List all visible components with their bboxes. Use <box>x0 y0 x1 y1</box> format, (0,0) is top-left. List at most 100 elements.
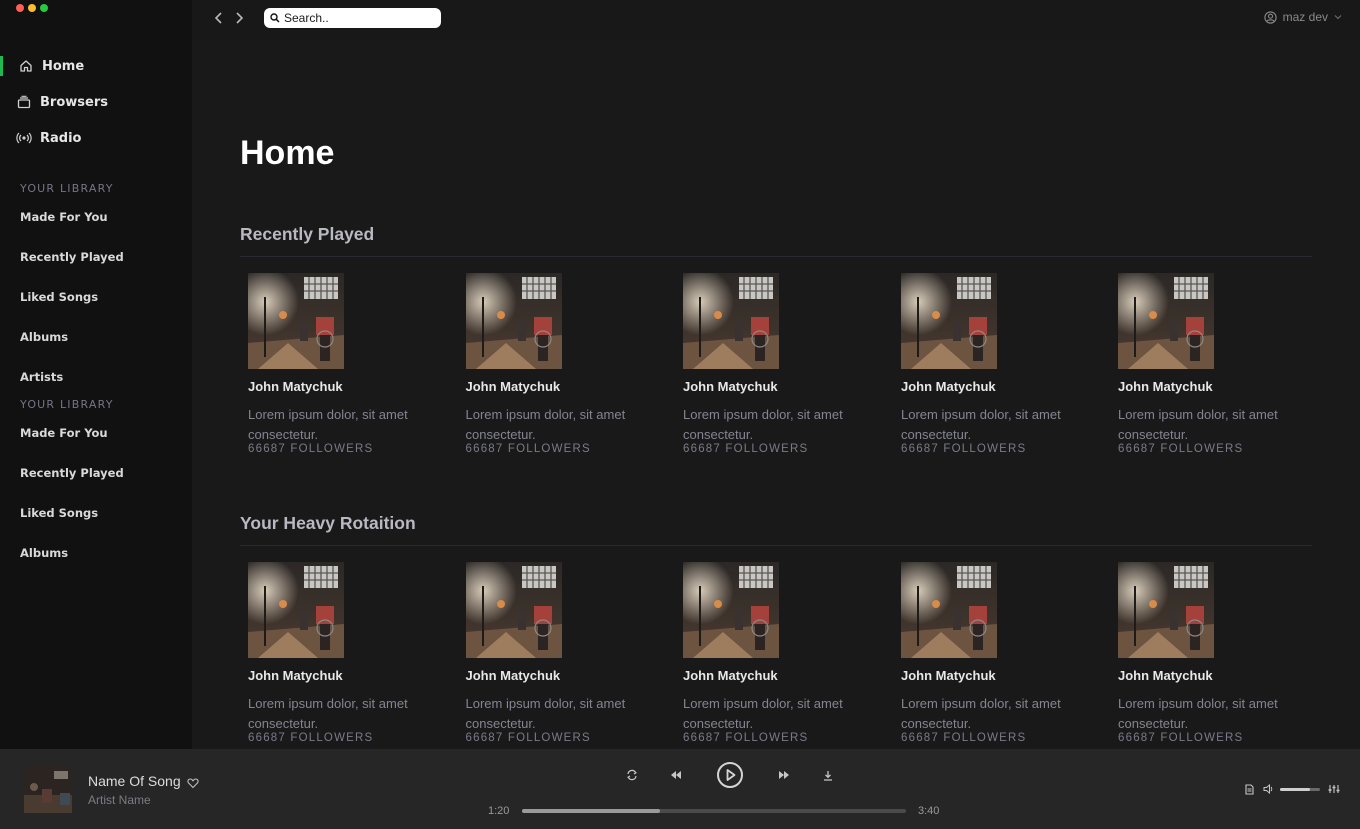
elapsed-time: 1:20 <box>488 805 510 817</box>
section-title-heavy-rotation: Your Heavy Rotaition <box>240 513 416 533</box>
artist-name[interactable]: John Matychuk <box>466 668 666 683</box>
artist-cover[interactable] <box>248 562 344 658</box>
search-input[interactable]: Search.. <box>264 8 441 28</box>
artist-card[interactable]: John Matychuk Lorem ipsum dolor, sit ame… <box>683 562 883 744</box>
nav-item-radio[interactable]: Radio <box>0 126 192 150</box>
nav-item-label: Home <box>42 58 85 74</box>
artist-cover[interactable] <box>248 273 344 369</box>
artist-name[interactable]: John Matychuk <box>683 379 883 394</box>
page-title: Home <box>240 134 335 172</box>
artist-cover[interactable] <box>465 562 562 658</box>
volume-button[interactable] <box>1262 782 1276 796</box>
now-playing-artist[interactable]: Artist Name <box>88 793 151 807</box>
artist-cover[interactable] <box>901 273 997 369</box>
section-divider <box>240 256 1312 257</box>
artist-name[interactable]: John Matychuk <box>1118 668 1318 683</box>
artist-description: Lorem ipsum dolor, sit amet consectetur. <box>1118 696 1278 731</box>
progress-bar[interactable] <box>522 809 906 813</box>
artist-description: Lorem ipsum dolor, sit amet consectetur. <box>901 407 1061 442</box>
volume-slider[interactable] <box>1280 788 1320 791</box>
artist-name[interactable]: John Matychuk <box>248 668 448 683</box>
artist-cover[interactable] <box>683 273 779 369</box>
artist-followers: 66687 FOLLOWERS <box>901 732 1027 744</box>
library-item-made-for-you[interactable]: Made For You <box>20 426 108 440</box>
next-button[interactable] <box>776 767 792 783</box>
artist-cover[interactable] <box>901 562 997 658</box>
artist-card[interactable]: John Matychuk Lorem ipsum dolor, sit ame… <box>901 562 1101 744</box>
album-art-image <box>683 273 779 369</box>
chevron-left-icon <box>214 12 222 24</box>
radio-icon <box>16 130 32 146</box>
artist-name[interactable]: John Matychuk <box>683 668 883 683</box>
library-item-liked-songs[interactable]: Liked Songs <box>20 506 98 520</box>
artist-card[interactable]: John Matychuk Lorem ipsum dolor, sit ame… <box>248 273 448 455</box>
user-menu[interactable]: maz dev <box>1263 10 1342 24</box>
artist-name[interactable]: John Matychuk <box>901 668 1101 683</box>
download-button[interactable] <box>820 767 836 783</box>
artist-description: Lorem ipsum dolor, sit amet consectetur. <box>901 696 1061 731</box>
library-heading: YOUR LIBRARY <box>20 398 114 411</box>
artist-description: Lorem ipsum dolor, sit amet consectetur. <box>248 696 408 731</box>
album-art-image <box>683 562 779 658</box>
forward-button[interactable] <box>232 10 246 26</box>
user-icon <box>1263 10 1277 24</box>
close-window-button[interactable] <box>16 4 24 12</box>
artist-name[interactable]: John Matychuk <box>901 379 1101 394</box>
artist-cover[interactable] <box>1118 562 1214 658</box>
library-item-albums[interactable]: Albums <box>20 546 68 560</box>
library-item-made-for-you[interactable]: Made For You <box>20 210 108 224</box>
artist-followers: 66687 FOLLOWERS <box>1118 443 1244 455</box>
sidebar: Home Browsers Radio YOUR LIBRARY Made Fo… <box>0 0 192 749</box>
now-playing-title[interactable]: Name Of Song <box>88 773 181 789</box>
artist-card[interactable]: John Matychuk Lorem ipsum dolor, sit ame… <box>465 273 666 455</box>
album-art-image <box>24 765 72 813</box>
library-item-liked-songs[interactable]: Liked Songs <box>20 290 98 304</box>
search-icon <box>270 13 280 23</box>
back-button[interactable] <box>212 10 226 26</box>
artist-card[interactable]: John Matychuk Lorem ipsum dolor, sit ame… <box>683 273 883 455</box>
album-art-image <box>465 562 562 658</box>
like-button[interactable] <box>187 774 199 789</box>
lyrics-button[interactable] <box>1243 782 1255 796</box>
equalizer-button[interactable] <box>1327 782 1341 796</box>
nav-item-browsers[interactable]: Browsers <box>0 90 192 114</box>
artist-description: Lorem ipsum dolor, sit amet consectetur. <box>683 696 843 731</box>
nav-item-home[interactable]: Home <box>0 54 192 78</box>
artist-card[interactable]: John Matychuk Lorem ipsum dolor, sit ame… <box>248 562 448 744</box>
minimize-window-button[interactable] <box>28 4 36 12</box>
artist-card[interactable]: John Matychuk Lorem ipsum dolor, sit ame… <box>1118 562 1318 744</box>
artist-cover[interactable] <box>465 273 562 369</box>
artist-card[interactable]: John Matychuk Lorem ipsum dolor, sit ame… <box>465 562 666 744</box>
maximize-window-button[interactable] <box>40 4 48 12</box>
previous-button[interactable] <box>668 767 684 783</box>
artist-cover[interactable] <box>1118 273 1214 369</box>
album-art-image <box>901 273 997 369</box>
volume-fill <box>1280 788 1310 791</box>
artist-cover[interactable] <box>683 562 779 658</box>
library-item-albums[interactable]: Albums <box>20 330 68 344</box>
chevron-right-icon <box>236 12 244 24</box>
album-art-image <box>1118 562 1214 658</box>
artist-card[interactable]: John Matychuk Lorem ipsum dolor, sit ame… <box>901 273 1101 455</box>
artist-name[interactable]: John Matychuk <box>248 379 448 394</box>
repeat-button[interactable] <box>624 767 640 783</box>
download-icon <box>824 770 832 781</box>
progress-fill <box>522 809 661 813</box>
artist-name[interactable]: John Matychuk <box>1118 379 1318 394</box>
artist-followers: 66687 FOLLOWERS <box>683 732 809 744</box>
artist-followers: 66687 FOLLOWERS <box>248 732 374 744</box>
library-item-recently-played[interactable]: Recently Played <box>20 250 124 264</box>
artist-card[interactable]: John Matychuk Lorem ipsum dolor, sit ame… <box>1118 273 1318 455</box>
now-playing-cover[interactable] <box>24 765 72 813</box>
library-item-recently-played[interactable]: Recently Played <box>20 466 124 480</box>
heart-icon <box>187 778 199 789</box>
browse-icon <box>16 94 32 110</box>
artist-name[interactable]: John Matychuk <box>466 379 666 394</box>
rewind-icon <box>671 771 681 779</box>
artist-description: Lorem ipsum dolor, sit amet consectetur. <box>465 696 626 731</box>
library-item-artists[interactable]: Artists <box>20 370 63 384</box>
artist-description: Lorem ipsum dolor, sit amet consectetur. <box>465 407 626 442</box>
play-button[interactable] <box>716 761 744 789</box>
album-art-image <box>248 273 344 369</box>
main-content: Home Recently Played Your Heavy Rotaitio… <box>192 40 1360 749</box>
